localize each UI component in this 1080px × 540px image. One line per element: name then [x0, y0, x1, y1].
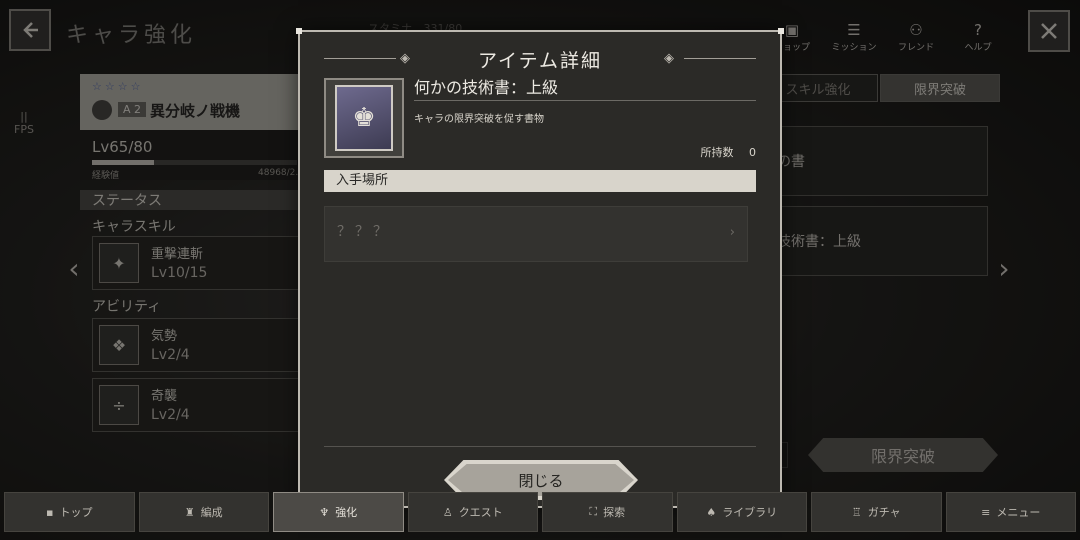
- bottom-nav-top[interactable]: ▪ トップ: [4, 492, 135, 532]
- explore-icon: ⛶: [589, 505, 598, 518]
- bottom-nav-explore[interactable]: ⛶ 探索: [542, 492, 673, 532]
- modal-corner: [296, 28, 302, 34]
- owned-count: 所持数 0: [701, 144, 757, 160]
- bottom-nav-gacha[interactable]: ♖ ガチャ: [811, 492, 942, 532]
- bottom-nav-label: ライブラリ: [722, 506, 778, 519]
- enhance-icon: ♆: [319, 505, 330, 519]
- formation-icon: ♜: [184, 505, 195, 519]
- bottom-nav-formation[interactable]: ♜ 編成: [138, 492, 269, 532]
- bottom-nav-label: 編成: [200, 506, 223, 519]
- bottom-nav-quest[interactable]: ♙ クエスト: [407, 492, 538, 532]
- bottom-nav-label: 強化: [335, 506, 358, 519]
- source-entry-text: ？？？: [337, 224, 391, 240]
- bottom-nav-label: メニュー: [996, 506, 1041, 519]
- item-detail-modal: ◈ アイテム詳細 ◈ ♚ 何かの技術書：上級 キャラの限界突破を促す書物 所持数…: [296, 28, 784, 510]
- menu-icon: ≡: [981, 505, 991, 519]
- library-icon: ♠: [706, 505, 717, 519]
- item-name-divider: [414, 100, 756, 101]
- bottom-nav-label: 探索: [603, 506, 626, 519]
- bottom-nav-enhance[interactable]: ♆ 強化: [273, 492, 404, 532]
- source-entry[interactable]: ？？？ ›: [324, 206, 748, 262]
- source-heading: 入手場所: [324, 170, 756, 192]
- owned-value: 0: [749, 146, 756, 159]
- bottom-nav-label: ガチャ: [867, 506, 901, 519]
- owned-label: 所持数: [700, 146, 734, 159]
- bottom-nav-menu[interactable]: ≡ メニュー: [945, 492, 1076, 532]
- chevron-right-icon: ›: [729, 225, 739, 240]
- quest-icon: ♙: [442, 505, 453, 519]
- diamond-ornament-icon: ◈: [664, 51, 674, 66]
- bottom-nav: ▪ トップ ♜ 編成 ♆ 強化 ♙ クエスト ⛶ 探索 ♠ ライブラリ ♖ ガチ…: [4, 492, 1076, 534]
- item-thumbnail: ♚: [324, 78, 404, 158]
- item-name: 何かの技術書：上級: [414, 78, 559, 97]
- title-ornament-line: [684, 58, 756, 59]
- modal-corner: [778, 28, 784, 34]
- home-icon: ▪: [46, 505, 54, 519]
- bottom-nav-label: トップ: [59, 506, 93, 519]
- item-description: キャラの限界突破を促す書物: [414, 114, 544, 125]
- modal-title: アイテム詳細: [477, 50, 603, 72]
- gacha-icon: ♖: [851, 505, 862, 519]
- modal-divider: [324, 446, 756, 447]
- bottom-nav-library[interactable]: ♠ ライブラリ: [676, 492, 807, 532]
- book-icon: ♚: [335, 85, 393, 151]
- bottom-nav-label: クエスト: [458, 506, 503, 519]
